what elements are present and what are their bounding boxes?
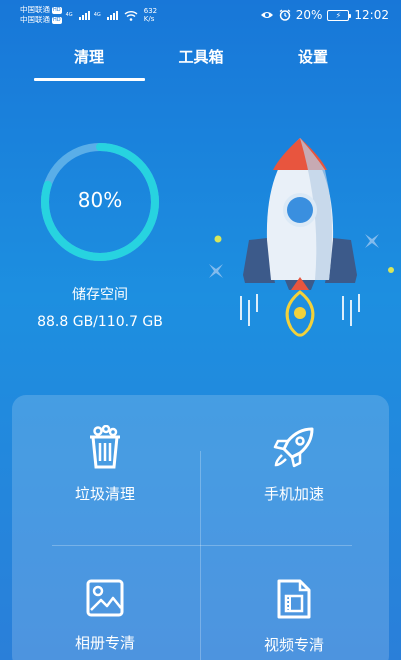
panel-divider-horizontal <box>52 545 352 546</box>
tab-clean[interactable]: 清理 <box>34 46 144 67</box>
storage-label: 储存空间 <box>72 287 128 303</box>
eye-icon <box>260 12 273 18</box>
album-clean-button[interactable]: 相册专清 <box>30 578 180 660</box>
panel-divider-vertical <box>200 451 201 660</box>
junk-clean-button[interactable]: 垃圾清理 <box>30 425 180 535</box>
album-clean-label: 相册专清 <box>74 634 135 652</box>
status-bar: 中国联通 HD 中国联通 HD 4G 4G 632 K/s 20% ⚡ 12:02 <box>0 0 401 30</box>
active-tab-indicator <box>34 78 145 81</box>
carrier-info: 中国联通 HD 中国联通 HD <box>20 5 62 25</box>
network-type-2: 4G <box>93 12 101 18</box>
battery-percent: 20% <box>295 8 323 22</box>
video-clean-button[interactable]: 视频专清 <box>219 578 369 660</box>
tab-settings[interactable]: 设置 <box>258 46 368 67</box>
hd-badge: HD <box>52 6 62 14</box>
alarm-icon <box>279 9 291 21</box>
network-type-1: 4G <box>65 12 73 18</box>
signal-icon <box>106 10 118 20</box>
storage-ring[interactable]: 80% <box>38 140 162 264</box>
clock: 12:02 <box>354 8 389 22</box>
network-speed: 632 K/s <box>143 7 158 23</box>
phone-boost-button[interactable]: 手机加速 <box>219 425 369 535</box>
battery-icon: ⚡ <box>327 9 352 21</box>
wifi-icon <box>124 10 138 21</box>
image-icon <box>86 579 124 617</box>
rocket-illustration <box>209 138 394 337</box>
tools-panel: 垃圾清理 手机加速 相册专清 视频专清 <box>12 395 389 660</box>
storage-value: 88.8 GB/110.7 GB <box>37 314 163 330</box>
phone-boost-label: 手机加速 <box>263 485 324 503</box>
tab-bar: 清理 工具箱 设置 <box>0 30 401 82</box>
carrier-2: 中国联通 <box>20 15 50 24</box>
carrier-1: 中国联通 <box>20 5 50 14</box>
video-file-icon <box>277 579 311 619</box>
signal-icon <box>78 10 90 20</box>
trash-icon <box>90 425 120 469</box>
junk-clean-label: 垃圾清理 <box>74 485 135 503</box>
status-right: 20% ⚡ 12:02 <box>260 8 389 22</box>
tab-toolbox[interactable]: 工具箱 <box>146 46 256 67</box>
rocket-icon <box>273 427 314 468</box>
storage-percent: 80% <box>77 188 123 212</box>
video-clean-label: 视频专清 <box>263 636 324 654</box>
hd-badge: HD <box>52 16 62 24</box>
